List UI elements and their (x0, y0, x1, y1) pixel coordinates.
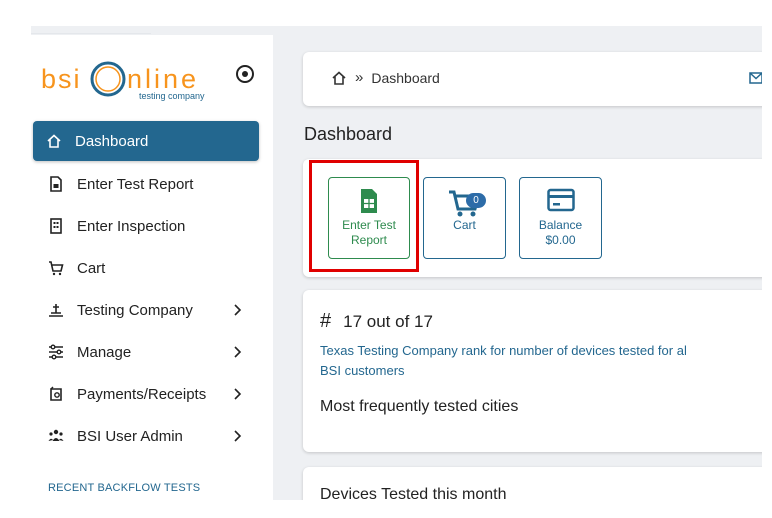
users-icon (48, 428, 64, 444)
rank-description: Texas Testing Company rank for number of… (320, 341, 762, 381)
sidebar-item-label: Cart (77, 259, 106, 277)
home-icon[interactable] (331, 70, 347, 86)
sliders-icon (48, 344, 64, 360)
sidebar-item-label: Testing Company (77, 301, 193, 319)
page-title: Dashboard (304, 124, 393, 144)
recent-backflow-tests-heading: RECENT BACKFLOW TESTS (48, 482, 201, 494)
sidebar-item-cart[interactable]: Cart (31, 247, 273, 289)
chevron-right-icon (234, 430, 242, 442)
rank-card: # 17 out of 17 Texas Testing Company ran… (303, 290, 762, 452)
rank-value: 17 out of 17 (343, 311, 433, 331)
logo-text-right: nline (127, 64, 199, 94)
balance-value: $0.00 (545, 233, 576, 247)
sidebar-item-label: Manage (77, 343, 132, 361)
app-window: bsi nline testing company Dashboard Ente… (31, 26, 762, 500)
hash-icon: # (320, 310, 332, 332)
wallet-icon (48, 386, 64, 402)
sidebar-item-enter-inspection[interactable]: Enter Inspection (31, 205, 273, 247)
rank-description-line1: Texas Testing Company rank for number of… (320, 343, 687, 358)
logo-tagline: testing company (139, 91, 205, 101)
main-content: » Dashboard Dashboard Enter Test Report … (303, 35, 762, 500)
cart-tile[interactable]: 0 Cart (423, 177, 506, 259)
breadcrumb-bar: » Dashboard (303, 52, 762, 106)
sidebar-item-label: BSI User Admin (77, 427, 183, 445)
credit-card-icon (546, 188, 575, 214)
balance-tile[interactable]: Balance $0.00 (519, 177, 602, 259)
rank-description-line2: BSI customers (320, 363, 405, 378)
highlight-box (309, 160, 419, 272)
logo-graphic: bsi nline testing company (41, 61, 205, 101)
breadcrumb: » Dashboard (331, 69, 440, 86)
sidebar-item-bsi-user-admin[interactable]: BSI User Admin (31, 415, 273, 457)
file-icon (48, 176, 64, 192)
sidebar-item-payments-receipts[interactable]: Payments/Receipts (31, 373, 273, 415)
sidebar-item-dashboard[interactable]: Dashboard (33, 121, 259, 161)
sidebar-item-label: Dashboard (75, 132, 149, 150)
building-icon (48, 218, 64, 234)
top-strip (31, 26, 762, 34)
sidebar-item-label: Enter Inspection (77, 217, 186, 235)
home-icon (46, 133, 62, 149)
faucet-icon (48, 302, 64, 318)
logo-text-left: bsi (41, 64, 82, 94)
chevron-right-icon (234, 388, 242, 400)
sidebar-item-testing-company[interactable]: Testing Company (31, 289, 273, 331)
sidebar-item-label: Enter Test Report (77, 175, 194, 193)
tile-label: Balance (538, 218, 583, 232)
breadcrumb-current: Dashboard (371, 69, 440, 86)
sidebar-item-enter-test-report[interactable]: Enter Test Report (31, 163, 273, 205)
bsi-online-logo[interactable]: bsi nline testing company (41, 57, 231, 103)
sidebar: bsi nline testing company Dashboard Ente… (31, 35, 273, 500)
rank-title: # 17 out of 17 (320, 310, 433, 333)
chevron-right-icon (234, 304, 242, 316)
devices-card: Devices Tested this month (303, 467, 762, 500)
cart-icon (48, 260, 64, 276)
tile-label: Cart (453, 218, 476, 232)
sidebar-toggle-icon[interactable] (236, 65, 254, 83)
devices-tested-heading: Devices Tested this month (320, 486, 507, 500)
mail-icon[interactable] (749, 72, 762, 84)
tested-cities-heading: Most frequently tested cities (320, 398, 519, 415)
cart-count-badge: 0 (466, 193, 486, 208)
sidebar-nav: Dashboard Enter Test Report Enter Inspec… (31, 121, 273, 457)
chevron-right-icon (234, 346, 242, 358)
sidebar-item-manage[interactable]: Manage (31, 331, 273, 373)
breadcrumb-separator: » (355, 69, 364, 86)
sidebar-item-label: Payments/Receipts (77, 385, 207, 403)
